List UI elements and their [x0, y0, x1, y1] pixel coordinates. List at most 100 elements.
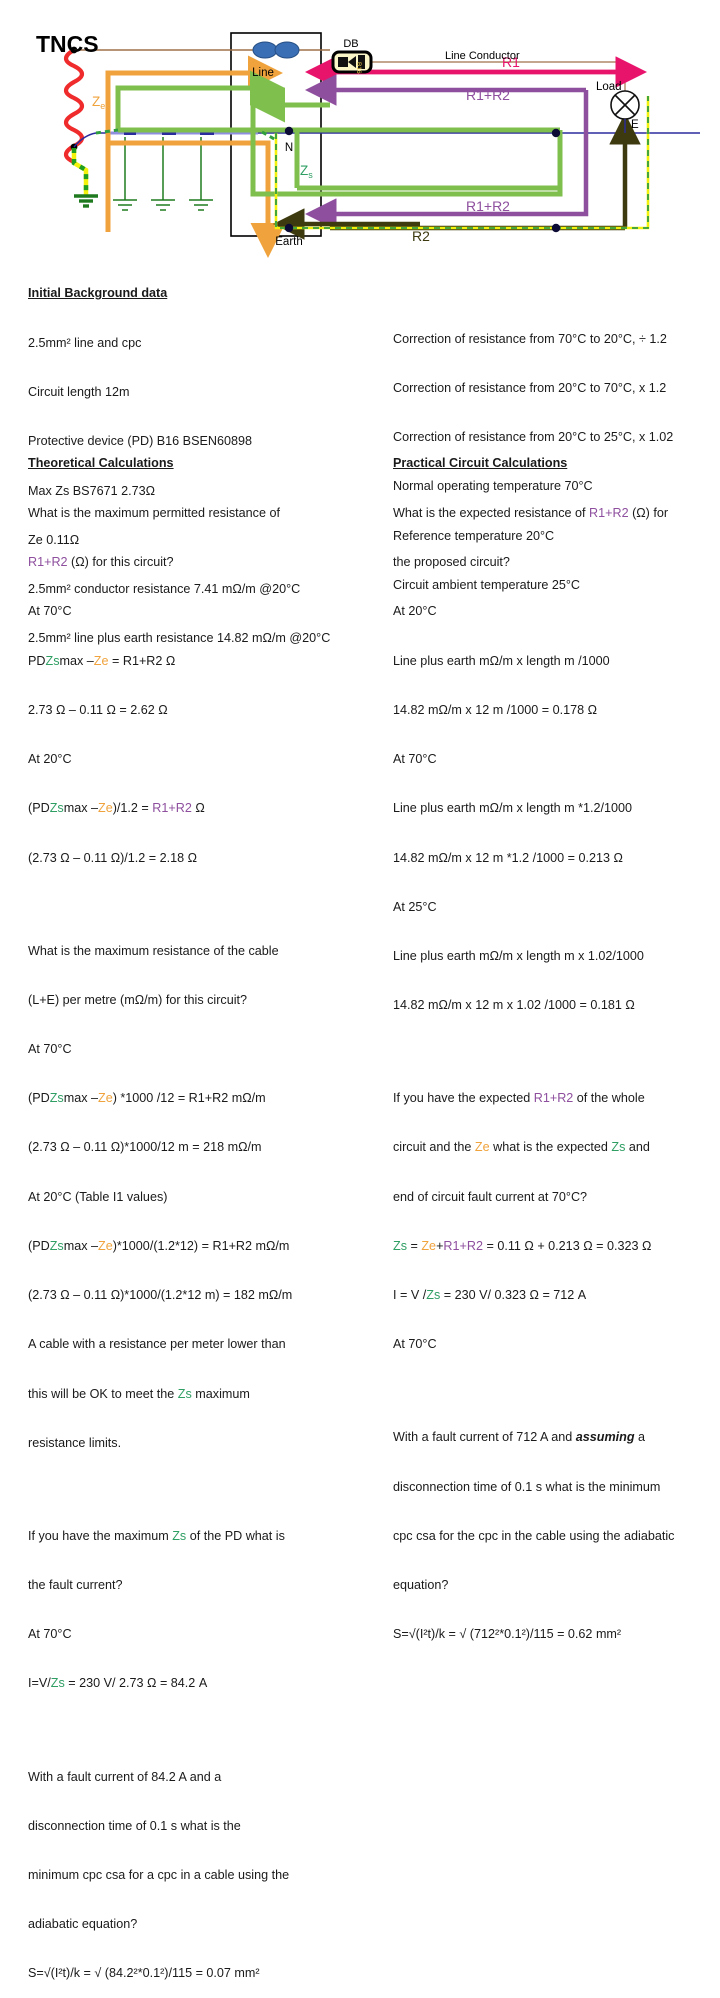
db-label: DB: [343, 38, 358, 50]
q2-b: of the whole: [573, 1091, 645, 1106]
ze-token: Ze: [93, 653, 109, 668]
prac-formula-20: Line plus earth mΩ/m x length m /1000: [393, 653, 610, 668]
r2-label: R2: [412, 228, 430, 244]
theo-temp-70: At 70°C: [28, 604, 72, 619]
theo-q2-line2: (L+E) per metre (mΩ/m) for this circuit?: [28, 992, 248, 1007]
background-line: 2.5mm² line and cpc: [28, 336, 142, 351]
prac-value-20: 14.82 mΩ/m x 12 m /1000 = 0.178 Ω: [393, 702, 597, 717]
eq1-tail: = R1+R2 Ω: [108, 653, 176, 668]
r1r2-top-label: R1+R2: [466, 87, 510, 103]
prac-q3-line4: equation?: [393, 1578, 449, 1593]
plus-token: +: [436, 1238, 444, 1253]
q1-a: What is the expected resistance of: [393, 506, 590, 521]
q3-a: With a fault current of 712 A and: [393, 1430, 576, 1445]
theo-temp-70b: At 70°C: [28, 1042, 72, 1057]
correction-line: Correction of resistance from 20°C to 70…: [393, 381, 667, 396]
theo-temp-70c: At 70°C: [28, 1627, 72, 1642]
zs-token: Zs: [611, 1140, 626, 1155]
correction-line: Correction of resistance from 70°C to 20…: [393, 331, 667, 346]
r1r2-token: R1+R2: [28, 555, 68, 570]
prac-q1-line2: the proposed circuit?: [393, 555, 510, 570]
earth-terminal-node: [284, 223, 294, 233]
earth-terminal-label: Earth: [275, 236, 303, 248]
prac-value-70: 14.82 mΩ/m x 12 m *1.2 /1000 = 0.213 Ω: [393, 850, 623, 865]
q3-b: a: [634, 1430, 646, 1445]
theo-q1-tail: (Ω) for this circuit?: [67, 555, 174, 570]
prac-zs-equation: Zs = Ze+R1+R2 = 0.11 Ω + 0.213 Ω = 0.323…: [393, 1238, 713, 1254]
zs-token: Zs: [172, 1528, 187, 1543]
r1r2-bottom-label: R1+R2: [466, 198, 510, 214]
prac-formula-70: Line plus earth mΩ/m x length m *1.2/100…: [393, 801, 633, 816]
neutral-terminal-label: N: [285, 142, 293, 154]
zs-label: Zs: [300, 163, 313, 180]
practical-calculations-section: Practical Circuit Calculations What is t…: [393, 422, 713, 1659]
load-earth-node: [551, 223, 561, 233]
theo-note-1: A cable with a resistance per meter lowe…: [28, 1337, 286, 1352]
theo-eq3: (PDZsmax –Ze) *1000 /12 = R1+R2 mΩ/m: [28, 1090, 340, 1106]
prac-q2-line2: circuit and the Ze what is the expected …: [393, 1139, 713, 1155]
max-token: max –: [63, 1091, 98, 1106]
prac-formula-25: Line plus earth mΩ/m x length m x 1.02/1…: [393, 949, 644, 963]
load-label: Load: [596, 81, 622, 93]
prac-q3-line3: cpc csa for the cpc in the cable using t…: [393, 1528, 675, 1543]
theo-q3-line2: the fault current?: [28, 1578, 123, 1593]
theo-q1-line2: R1+R2 (Ω) for this circuit?: [28, 554, 340, 570]
background-line: Circuit length 12m: [28, 385, 130, 400]
max-token: max –: [63, 801, 98, 816]
max-token: max –: [63, 1238, 98, 1253]
zs-token: Zs: [393, 1238, 407, 1253]
theo-eq4-value: (2.73 Ω – 0.11 Ω)*1000/(1.2*12 m) = 182 …: [28, 1288, 293, 1303]
eq4-open: (PD: [28, 1238, 50, 1253]
line-terminal-label: Line: [252, 67, 274, 79]
eq2-mid: )/1.2 =: [112, 801, 153, 816]
eq3-open: (PD: [28, 1091, 50, 1106]
r1r2-token: R1+R2: [152, 801, 192, 816]
db-mcb-symbol: B16: [331, 50, 373, 74]
max-token: max –: [59, 653, 94, 668]
pd-token: PD: [28, 653, 46, 668]
source-earth-electrode-icon: [74, 194, 98, 208]
r1r2-token: R1+R2: [589, 506, 629, 521]
prac-q3-line2: disconnection time of 0.1 s what is the …: [393, 1479, 661, 1494]
cpc-dashed-stripe: [275, 96, 649, 229]
theo-q4-line1: With a fault current of 84.2 A and a: [28, 1769, 222, 1784]
i-eq-a: I = V /: [393, 1288, 427, 1303]
theo-eq3-value: (2.73 Ω – 0.11 Ω)*1000/12 m = 218 mΩ/m: [28, 1140, 262, 1155]
prac-adiabatic-eq: S=√(I²t)/k = √ (712²*0.1²)/115 = 0.62 mm…: [393, 1627, 622, 1642]
ze-token: Ze: [98, 1238, 113, 1253]
ze-token: Ze: [98, 801, 113, 816]
ze-path-lower: [108, 140, 286, 258]
ze-token: Ze: [421, 1238, 437, 1253]
theo-eq2-value: (2.73 Ω – 0.11 Ω)/1.2 = 2.18 Ω: [28, 850, 198, 865]
prac-q3-line1: With a fault current of 712 A and assumi…: [393, 1429, 713, 1445]
prac-q1-line1: What is the expected resistance of R1+R2…: [393, 505, 713, 521]
prac-value-25: 14.82 mΩ/m x 12 m x 1.02 /1000 = 0.181 Ω: [393, 998, 635, 1013]
distributed-earth-rods: [113, 137, 213, 211]
theo-note-3: resistance limits.: [28, 1435, 122, 1450]
zs-eq-b: =: [407, 1238, 422, 1253]
load-lamp-symbol: [610, 90, 640, 120]
r1r2-token: R1+R2: [443, 1238, 483, 1253]
r1r2-token: R1+R2: [533, 1091, 574, 1106]
q2-e: and: [625, 1140, 650, 1155]
theo-current-eq: I=V/Zs = 230 V/ 2.73 Ω = 84.2 A: [28, 1675, 340, 1691]
theo-temp-20: At 20°C: [28, 752, 72, 767]
eq4-tail: )*1000/(1.2*12) = R1+R2 mΩ/m: [112, 1238, 290, 1253]
theo-eq4: (PDZsmax –Ze)*1000/(1.2*12) = R1+R2 mΩ/m: [28, 1238, 340, 1254]
theo-note-2: this will be OK to meet the Zs maximum: [28, 1386, 340, 1402]
background-heading: Initial Background data: [28, 285, 168, 300]
theo-q4-line3: minimum cpc csa for a cpc in a cable usi…: [28, 1867, 290, 1882]
i-eq-b: = 230 V/ 0.323 Ω = 712 A: [440, 1288, 587, 1303]
prac-temp-25: At 25°C: [393, 899, 437, 914]
eq2-ohm: Ω: [191, 801, 205, 816]
diagram-title: TNCS: [36, 31, 99, 57]
eq2-open: (PD: [28, 801, 50, 816]
i-eq-b: = 230 V/ 2.73 Ω = 84.2 A: [64, 1676, 208, 1691]
theo-eq1-value: 2.73 Ω – 0.11 Ω = 2.62 Ω: [28, 702, 168, 717]
assuming-emphasis: assuming: [575, 1430, 635, 1445]
zs-eq-c: = 0.11 Ω + 0.213 Ω = 0.323 Ω: [482, 1238, 652, 1253]
